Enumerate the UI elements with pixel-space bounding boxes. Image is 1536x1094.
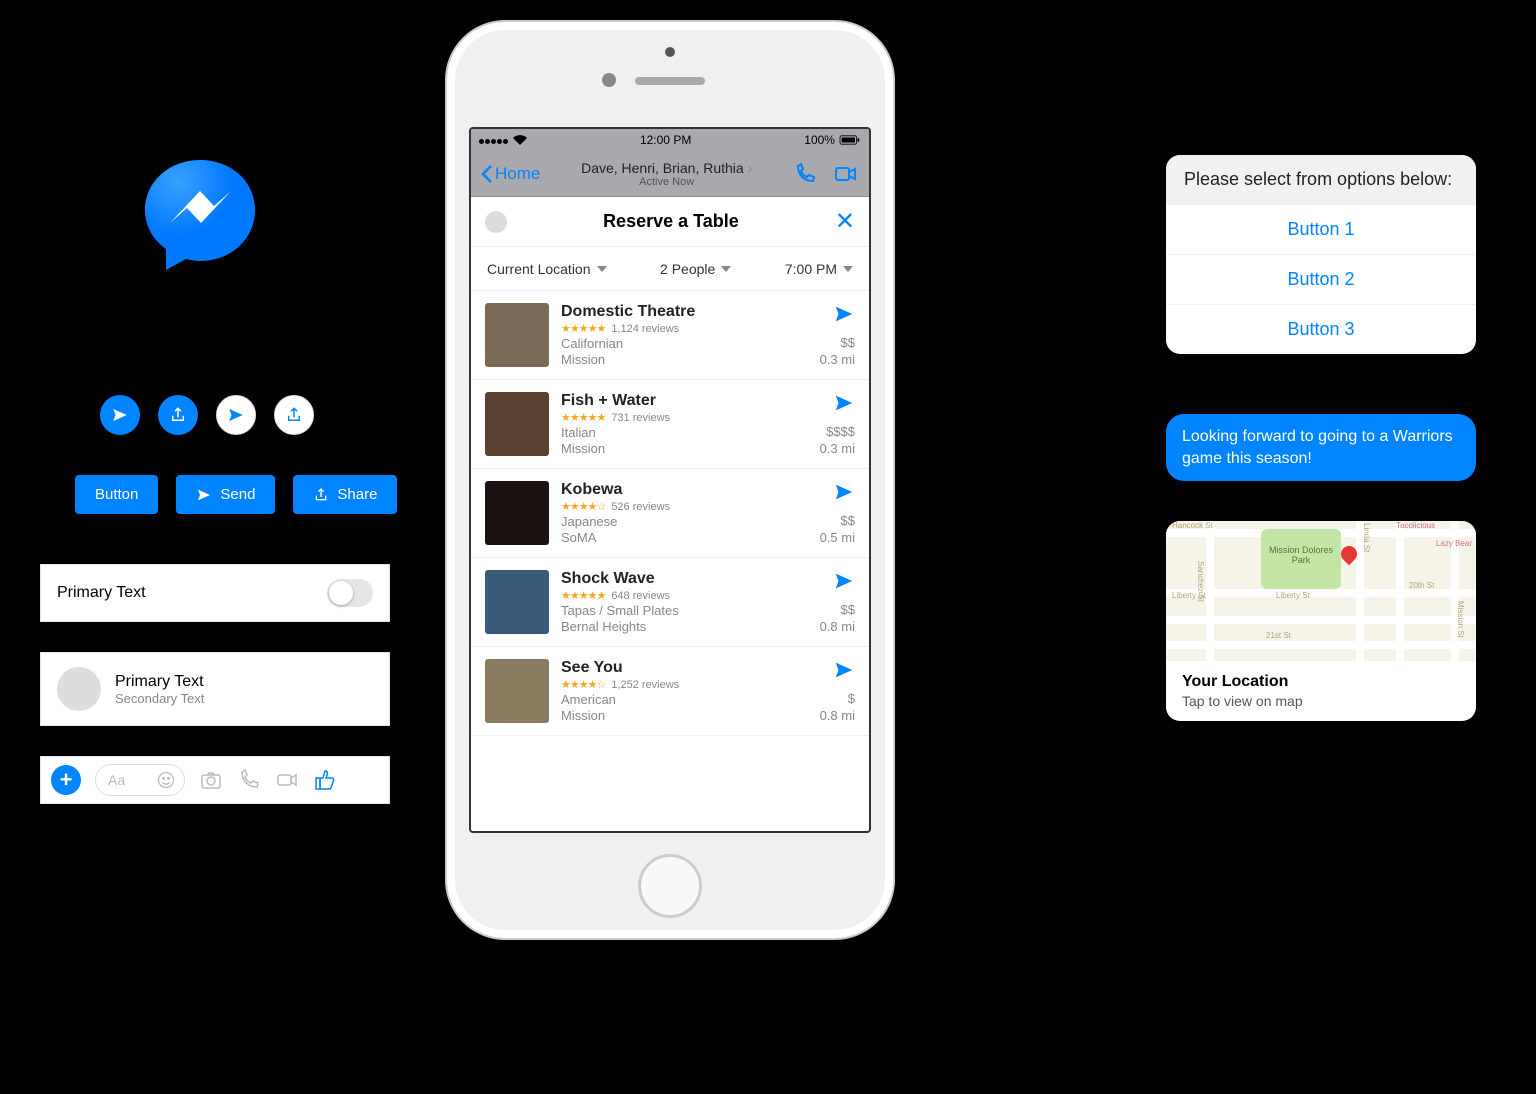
result-cuisine: American — [561, 692, 808, 707]
result-distance: 0.5 mi — [820, 530, 855, 545]
result-neighborhood: Bernal Heights — [561, 619, 808, 634]
review-count: 1,124 reviews — [611, 323, 679, 335]
result-row[interactable]: Kobewa ★★★★☆ 526 reviews Japanese SoMA $$… — [471, 469, 869, 558]
result-price: $$ — [841, 602, 855, 617]
send-icon-button-outline[interactable] — [216, 395, 256, 435]
result-thumb — [485, 659, 549, 723]
message-input[interactable]: Aa — [95, 764, 185, 796]
cell-secondary-text: Secondary Text — [115, 691, 204, 706]
filter-people[interactable]: 2 People — [660, 261, 731, 277]
rating-stars-icon: ★★★★★ — [561, 589, 605, 602]
rating-stars-icon: ★★★★☆ — [561, 500, 605, 513]
status-bar: 12:00 PM 100% — [471, 129, 869, 151]
status-time: 12:00 PM — [640, 133, 691, 147]
filter-location[interactable]: Current Location — [487, 261, 607, 277]
phone-icon[interactable] — [237, 768, 261, 792]
result-thumb — [485, 481, 549, 545]
close-button[interactable]: ✕ — [835, 207, 855, 236]
cell-primary-text: Primary Text — [115, 673, 204, 691]
emoji-icon[interactable] — [156, 770, 176, 790]
sheet-avatar-icon — [485, 211, 507, 233]
result-cuisine: Californian — [561, 336, 808, 351]
send-result-button[interactable] — [833, 570, 855, 592]
avatar-cell[interactable]: Primary Text Secondary Text — [40, 652, 390, 726]
review-count: 1,252 reviews — [611, 679, 679, 691]
camera-icon[interactable] — [199, 768, 223, 792]
result-price: $$ — [841, 335, 855, 350]
share-icon-button-filled[interactable] — [158, 395, 198, 435]
avatar-icon — [57, 667, 101, 711]
options-card: Please select from options below: Button… — [1166, 155, 1476, 354]
status-battery: 100% — [804, 133, 835, 147]
result-name: Shock Wave — [561, 570, 808, 588]
back-button[interactable]: Home — [481, 164, 540, 184]
location-card[interactable]: Mission Dolores Park Hancock St Liberty … — [1166, 521, 1476, 721]
add-button[interactable]: + — [51, 765, 81, 795]
result-neighborhood: Mission — [561, 352, 808, 367]
result-neighborhood: Mission — [561, 441, 808, 456]
option-button-1[interactable]: Button 1 — [1166, 204, 1476, 254]
options-header: Please select from options below: — [1166, 155, 1476, 204]
result-name: Domestic Theatre — [561, 303, 808, 321]
filter-time[interactable]: 7:00 PM — [785, 261, 853, 277]
like-icon[interactable] — [313, 768, 337, 792]
result-row[interactable]: Fish + Water ★★★★★ 731 reviews Italian Mi… — [471, 380, 869, 469]
option-button-3[interactable]: Button 3 — [1166, 304, 1476, 354]
chat-bubble: Looking forward to going to a Warriors g… — [1166, 414, 1476, 481]
toggle-switch[interactable] — [327, 579, 373, 607]
result-distance: 0.8 mi — [820, 619, 855, 634]
result-name: See You — [561, 659, 808, 677]
result-row[interactable]: See You ★★★★☆ 1,252 reviews American Miss… — [471, 647, 869, 736]
rating-stars-icon: ★★★★★ — [561, 322, 605, 335]
review-count: 648 reviews — [611, 590, 670, 602]
result-neighborhood: Mission — [561, 708, 808, 723]
share-button[interactable]: Share — [293, 475, 397, 514]
result-row[interactable]: Domestic Theatre ★★★★★ 1,124 reviews Cali… — [471, 291, 869, 380]
result-cuisine: Japanese — [561, 514, 808, 529]
home-button[interactable] — [638, 854, 702, 918]
messenger-logo-icon — [140, 155, 260, 275]
message-composer: + Aa — [40, 756, 390, 804]
conversation-title[interactable]: Dave, Henri, Brian, Ruthia › Active Now — [540, 160, 793, 188]
result-thumb — [485, 570, 549, 634]
send-result-button[interactable] — [833, 481, 855, 503]
result-row[interactable]: Shock Wave ★★★★★ 648 reviews Tapas / Smal… — [471, 558, 869, 647]
call-icon[interactable] — [793, 162, 817, 186]
map-preview: Mission Dolores Park Hancock St Liberty … — [1166, 521, 1476, 661]
share-icon-button-outline[interactable] — [274, 395, 314, 435]
result-cuisine: Italian — [561, 425, 808, 440]
send-result-button[interactable] — [833, 303, 855, 325]
result-thumb — [485, 303, 549, 367]
result-distance: 0.8 mi — [820, 708, 855, 723]
video-call-icon[interactable] — [833, 162, 859, 186]
send-icon-button-filled[interactable] — [100, 395, 140, 435]
phone-device: 12:00 PM 100% Home Dave, Henri, Brian, R… — [445, 20, 895, 940]
result-name: Kobewa — [561, 481, 808, 499]
button-generic[interactable]: Button — [75, 475, 158, 514]
result-cuisine: Tapas / Small Plates — [561, 603, 808, 618]
sheet-title: Reserve a Table — [507, 211, 835, 232]
result-name: Fish + Water — [561, 392, 808, 410]
location-title: Your Location — [1182, 673, 1460, 691]
result-thumb — [485, 392, 549, 456]
result-price: $$ — [841, 513, 855, 528]
review-count: 731 reviews — [611, 412, 670, 424]
cell-primary-text: Primary Text — [57, 584, 146, 602]
result-distance: 0.3 mi — [820, 352, 855, 367]
review-count: 526 reviews — [611, 501, 670, 513]
result-price: $ — [848, 691, 855, 706]
rating-stars-icon: ★★★★☆ — [561, 678, 605, 691]
send-button[interactable]: Send — [176, 475, 275, 514]
toggle-cell[interactable]: Primary Text — [40, 564, 390, 622]
rating-stars-icon: ★★★★★ — [561, 411, 605, 424]
location-subtitle: Tap to view on map — [1182, 693, 1460, 709]
option-button-2[interactable]: Button 2 — [1166, 254, 1476, 304]
video-icon[interactable] — [275, 768, 299, 792]
send-result-button[interactable] — [833, 659, 855, 681]
send-result-button[interactable] — [833, 392, 855, 414]
result-distance: 0.3 mi — [820, 441, 855, 456]
result-neighborhood: SoMA — [561, 530, 808, 545]
result-price: $$$$ — [826, 424, 855, 439]
